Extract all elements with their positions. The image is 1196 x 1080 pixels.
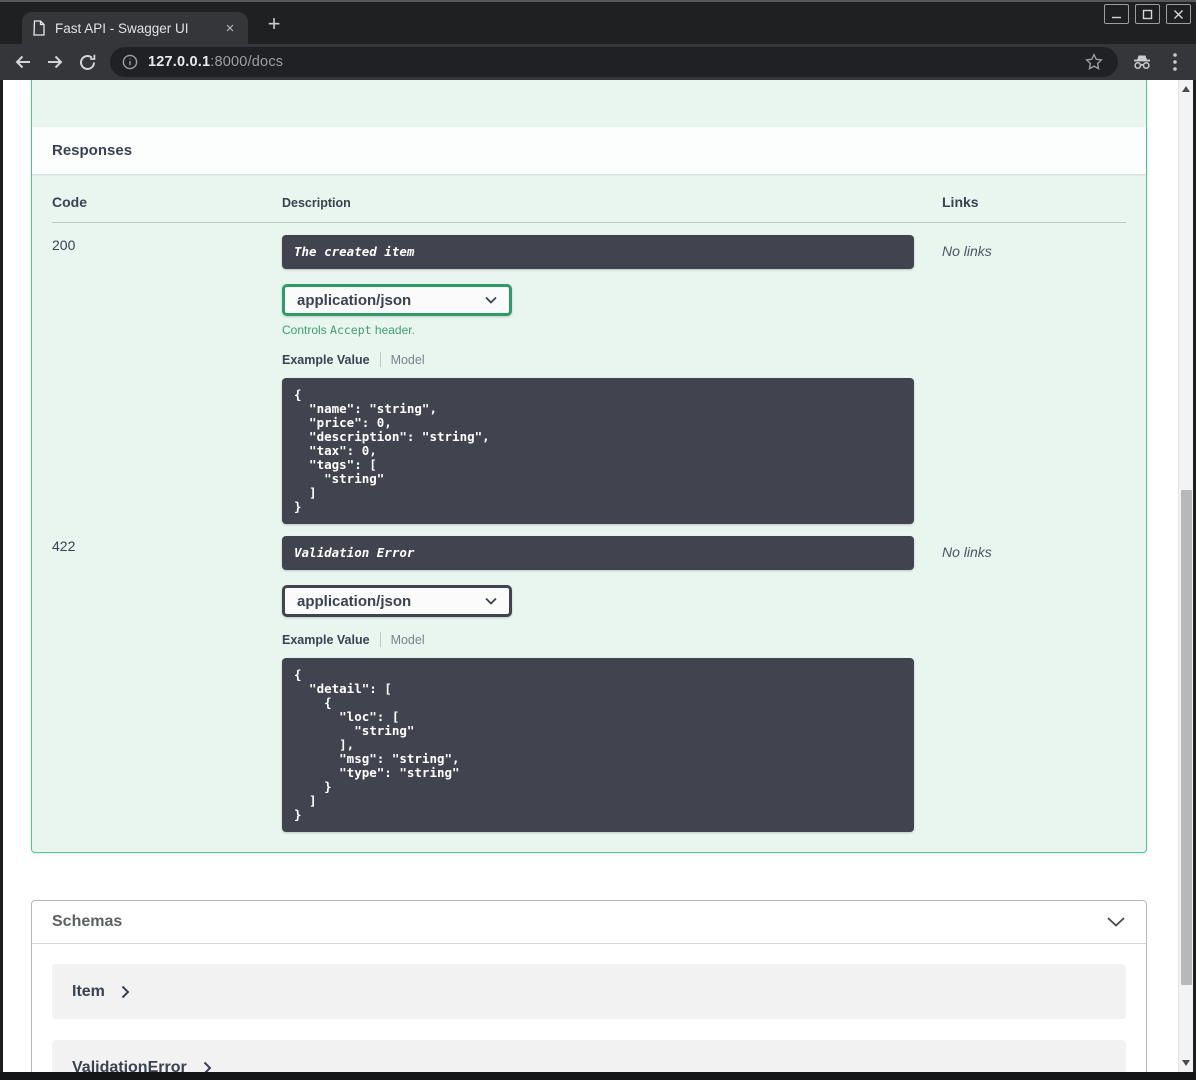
example-model-tabs: Example Value Model: [282, 351, 914, 368]
schemas-title: Schemas: [52, 913, 123, 930]
window-controls: [1104, 4, 1191, 24]
response-code: 200: [52, 237, 76, 253]
browser-window: Fast API - Swagger UI × + 127.0.0.1:8000…: [0, 0, 1196, 1080]
opblock-spacer: [32, 80, 1146, 127]
response-description: Validation Error: [282, 536, 914, 570]
tab-title: Fast API - Swagger UI: [55, 20, 189, 36]
window-bottom-edge: [0, 1072, 1196, 1080]
opblock-post: Responses Code Description Links 200 The…: [31, 80, 1147, 853]
response-code: 422: [52, 538, 76, 554]
chevron-down-icon: [485, 296, 497, 304]
url-path: :8000/docs: [210, 54, 284, 70]
responses-title: Responses: [52, 142, 133, 159]
column-header-links: Links: [942, 194, 979, 210]
chevron-right-icon[interactable]: [121, 985, 130, 999]
browser-toolbar: 127.0.0.1:8000/docs: [0, 44, 1196, 80]
responses-table: Code Description Links 200 The created i…: [32, 174, 1146, 852]
url-text: 127.0.0.1:8000/docs: [148, 54, 283, 70]
column-header-description: Description: [282, 196, 351, 210]
example-model-tabs: Example Value Model: [282, 631, 914, 648]
scrollbar-thumb[interactable]: [1181, 490, 1192, 985]
example-json-block: { "detail": [ { "loc": [ "string" ], "ms…: [282, 658, 914, 832]
schema-validationerror-card[interactable]: ValidationError: [52, 1040, 1126, 1072]
responses-section-header: Responses: [32, 127, 1146, 174]
schema-name: ValidationError: [72, 1058, 187, 1073]
response-links: No links: [942, 544, 992, 560]
media-type-select[interactable]: application/json: [282, 585, 512, 617]
column-header-code: Code: [52, 194, 87, 210]
media-type-value: application/json: [297, 291, 412, 309]
maximize-button[interactable]: [1135, 4, 1160, 24]
chevron-right-icon[interactable]: [203, 1061, 212, 1073]
media-type-value: application/json: [297, 592, 412, 610]
schema-item-card[interactable]: Item: [52, 964, 1126, 1019]
tab-divider: [379, 632, 381, 647]
forward-button[interactable]: [40, 47, 70, 77]
new-tab-button[interactable]: +: [260, 10, 288, 38]
response-links: No links: [942, 243, 992, 259]
swagger-content: Responses Code Description Links 200 The…: [3, 80, 1175, 1072]
tab-example-value[interactable]: Example Value: [282, 353, 370, 367]
browser-tab[interactable]: Fast API - Swagger UI ×: [22, 12, 248, 44]
schema-name: Item: [72, 982, 105, 1000]
bookmark-star-icon[interactable]: [1082, 50, 1106, 74]
tab-example-value[interactable]: Example Value: [282, 633, 370, 647]
incognito-icon: [1127, 47, 1157, 77]
response-row-422: 422 Validation Error application/json Ex…: [52, 524, 1126, 832]
scrollbar-down-arrow[interactable]: [1179, 1056, 1193, 1070]
tab-close-icon[interactable]: ×: [220, 18, 240, 38]
address-bar[interactable]: 127.0.0.1:8000/docs: [110, 47, 1118, 77]
schemas-section: Schemas Item ValidationError: [31, 900, 1147, 1072]
responses-table-header: Code Description Links: [52, 194, 1126, 223]
reload-button[interactable]: [72, 47, 102, 77]
url-host: 127.0.0.1: [148, 54, 211, 70]
tab-model[interactable]: Model: [391, 353, 425, 367]
back-button[interactable]: [8, 47, 38, 77]
minimize-button[interactable]: [1104, 4, 1129, 24]
response-description: The created item: [282, 235, 914, 269]
page-scrollbar[interactable]: [1178, 80, 1193, 1072]
tab-model[interactable]: Model: [391, 633, 425, 647]
scrollbar-up-arrow[interactable]: [1179, 82, 1193, 96]
tab-divider: [379, 352, 381, 367]
chevron-down-icon: [485, 597, 497, 605]
browser-menu-icon[interactable]: [1162, 48, 1188, 76]
page-viewport: Responses Code Description Links 200 The…: [0, 80, 1196, 1072]
schemas-header[interactable]: Schemas: [32, 901, 1146, 943]
response-description-cell: The created item application/json Contro…: [282, 235, 942, 524]
accept-header-hint: Controls Accept header.: [282, 323, 415, 337]
example-json-block: { "name": "string", "price": 0, "descrip…: [282, 378, 914, 524]
page-favicon-icon: [32, 20, 46, 36]
chevron-down-icon[interactable]: [1106, 916, 1126, 928]
media-type-select[interactable]: application/json: [282, 284, 512, 316]
site-info-icon[interactable]: [122, 54, 138, 70]
example-json: { "name": "string", "price": 0, "descrip…: [294, 387, 490, 514]
example-json: { "detail": [ { "loc": [ "string" ], "ms…: [294, 667, 460, 822]
response-row-200: 200 The created item application/json Co…: [52, 223, 1126, 524]
tab-strip: Fast API - Swagger UI × +: [0, 2, 1196, 44]
close-window-button[interactable]: [1166, 4, 1191, 24]
schemas-body: Item ValidationError: [32, 943, 1146, 1072]
response-description-cell: Validation Error application/json Exampl…: [282, 536, 942, 832]
